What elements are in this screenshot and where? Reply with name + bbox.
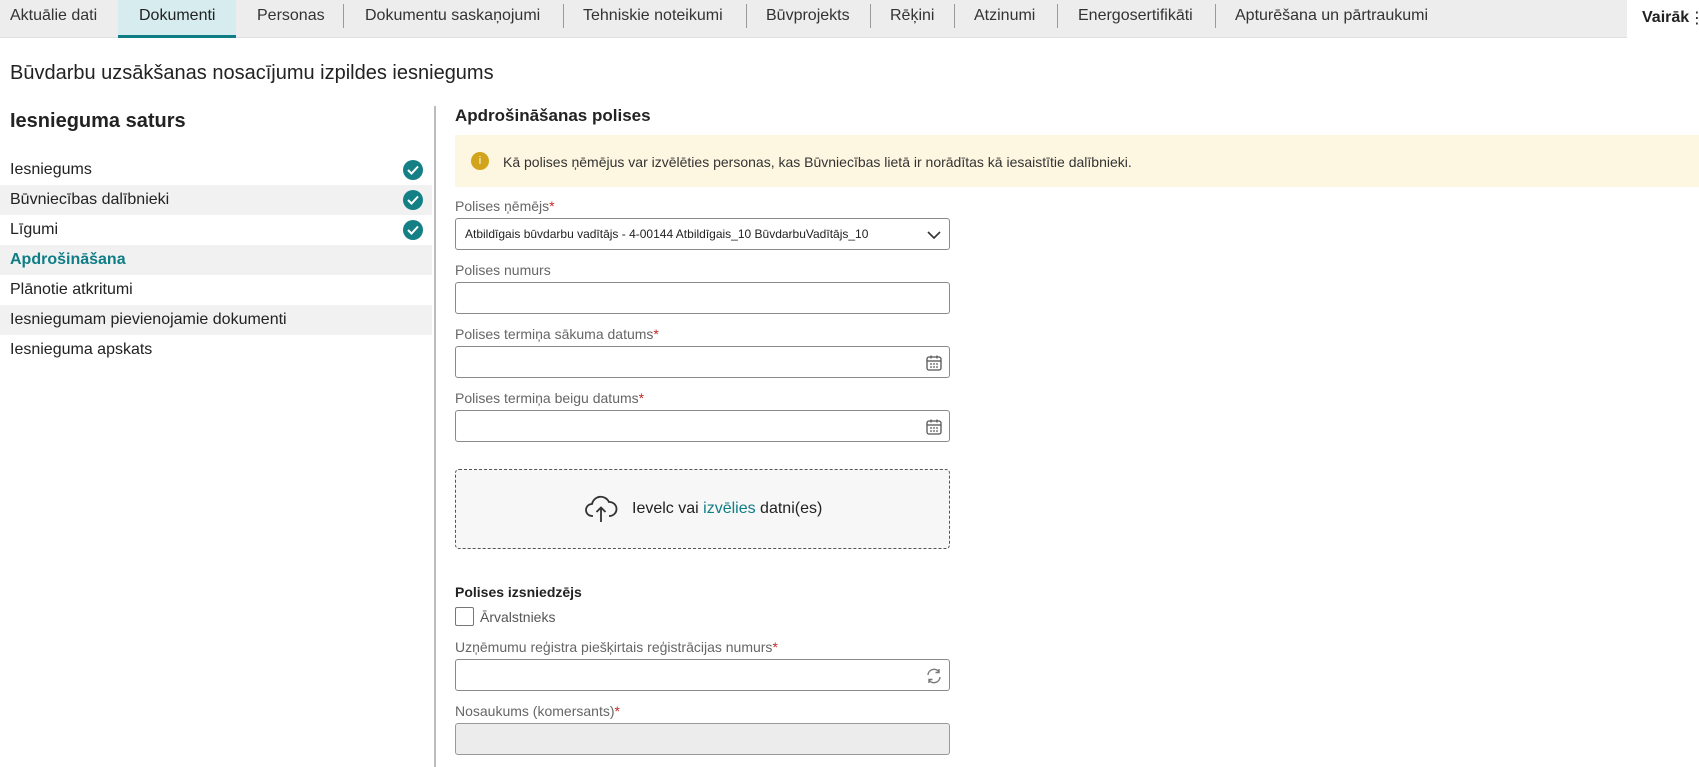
label-text: Polises ņēmējs [455, 198, 550, 214]
check-icon [403, 160, 423, 180]
required-mark: * [549, 198, 555, 214]
tab-separator [870, 4, 871, 28]
sidebar-item-iesniegums[interactable]: Iesniegums [0, 155, 432, 185]
upload-prefix: Ievelc vai [632, 500, 704, 517]
tab-dokumentu-saskanojumi[interactable]: Dokumentu saskaņojumi [365, 0, 540, 38]
sidebar-item-planotie-atkritumi[interactable]: Plānotie atkritumi [0, 275, 432, 305]
cloud-upload-icon [584, 494, 618, 529]
sidebar-item-label: Līgumi [10, 221, 59, 238]
sidebar-item-label: Iesniegumam pievienojamie dokumenti [10, 311, 287, 328]
more-dots-icon: ⋮ [1689, 10, 1699, 27]
tab-label: Energosertifikāti [1078, 7, 1193, 24]
sidebar-item-label: Apdrošināšana [10, 251, 126, 268]
tab-buvprojekts[interactable]: Būvprojekts [766, 0, 850, 38]
reg-number-input[interactable] [455, 659, 950, 691]
required-mark: * [614, 703, 620, 719]
tab-separator [563, 4, 564, 28]
label-text: Polises termiņa beigu datums [455, 390, 639, 406]
more-label: Vairāk [1642, 9, 1690, 26]
tab-dokumenti[interactable]: Dokumenti [118, 0, 236, 38]
check-icon [403, 190, 423, 210]
end-date-input[interactable] [455, 410, 950, 442]
reg-number-label: Uzņēmumu reģistra piešķirtais reģistrāci… [455, 639, 778, 655]
policy-number-input[interactable] [455, 282, 950, 314]
sidebar-item-ligumi[interactable]: Līgumi [0, 215, 432, 245]
issuer-heading: Polises izsniedzējs [455, 584, 582, 600]
tab-tehniskie-noteikumi[interactable]: Tehniskie noteikumi [583, 0, 723, 38]
more-button[interactable]: Vairāk ⋮ [1627, 0, 1699, 38]
sidebar-item-label: Iesnieguma apskats [10, 341, 153, 358]
foreigner-label: Ārvalstnieks [480, 609, 556, 625]
info-text: Kā polises ņēmējus var izvēlēties person… [503, 154, 1132, 170]
file-upload-dropzone[interactable]: Ievelc vai izvēlies datni(es) [455, 469, 950, 549]
sidebar-item-apdrosinasana[interactable]: Apdrošināšana [0, 245, 432, 275]
sidebar-title: Iesnieguma saturs [10, 110, 186, 132]
tab-personas[interactable]: Personas [257, 0, 325, 38]
check-icon [403, 220, 423, 240]
tab-label: Būvprojekts [766, 7, 850, 24]
tab-separator [1215, 4, 1216, 28]
tab-energosertifikati[interactable]: Energosertifikāti [1078, 0, 1193, 38]
label-text: Nosaukums (komersants) [455, 703, 615, 719]
sidebar-item-iesnieguma-apskats[interactable]: Iesnieguma apskats [0, 335, 432, 365]
section-title: Apdrošināšanas polises [455, 106, 651, 125]
company-name-input [455, 723, 950, 755]
calendar-icon[interactable] [925, 418, 943, 436]
top-tab-bar: Aktuālie dati Dokumenti Personas Dokumen… [0, 0, 1699, 38]
tab-label: Dokumentu saskaņojumi [365, 7, 541, 24]
tab-label: Rēķini [890, 7, 935, 24]
required-mark: * [653, 326, 659, 342]
sidebar-item-label: Būvniecības dalībnieki [10, 191, 170, 208]
sidebar-item-buvniecibas-dalibnieki[interactable]: Būvniecības dalībnieki [0, 185, 432, 215]
tab-label: Atzinumi [974, 7, 1036, 24]
tab-label: Dokumenti [139, 7, 216, 24]
calendar-icon[interactable] [925, 354, 943, 372]
tab-label: Tehniskie noteikumi [583, 7, 723, 24]
chevron-down-icon [925, 226, 943, 244]
policy-holder-label: Polises ņēmējs* [455, 198, 555, 214]
upload-text: Ievelc vai izvēlies datni(es) [632, 500, 822, 518]
tab-separator [1057, 4, 1058, 28]
tab-aktualie-dati[interactable]: Aktuālie dati [0, 0, 118, 38]
foreigner-checkbox[interactable] [455, 607, 474, 626]
tab-separator [954, 4, 955, 28]
required-mark: * [638, 390, 645, 406]
label-text: Polises termiņa sākuma datums [455, 326, 654, 342]
tab-atzinumi[interactable]: Atzinumi [974, 0, 1035, 38]
info-banner: i Kā polises ņēmējus var izvēlēties pers… [455, 135, 1699, 187]
refresh-icon[interactable] [925, 667, 943, 685]
upload-suffix: datni(es) [755, 500, 823, 517]
sidebar-item-pievienojamie-dokumenti[interactable]: Iesniegumam pievienojamie dokumenti [0, 305, 432, 335]
policy-holder-value: Atbildīgais būvdarbu vadītājs - 4-00144 … [465, 227, 869, 241]
tab-rekini[interactable]: Rēķini [890, 0, 934, 38]
panel-divider [434, 106, 436, 767]
policy-number-label: Polises numurs [455, 262, 551, 278]
tab-label: Personas [257, 7, 325, 24]
label-text: Uzņēmumu reģistra piešķirtais reģistrāci… [455, 639, 773, 655]
start-date-input[interactable] [455, 346, 950, 378]
tab-label: Apturēšana un pārtraukumi [1235, 7, 1428, 24]
tab-label: Aktuālie dati [10, 7, 98, 24]
sidebar-item-label: Iesniegums [10, 161, 92, 178]
tab-separator [746, 4, 747, 28]
policy-holder-select[interactable]: Atbildīgais būvdarbu vadītājs - 4-00144 … [455, 218, 950, 250]
end-date-label: Polises termiņa beigu datums* [455, 390, 644, 406]
tab-aptureshana[interactable]: Apturēšana un pārtraukumi [1235, 0, 1428, 38]
label-text: Polises numurs [455, 262, 551, 278]
choose-file-link[interactable]: izvēlies [703, 500, 755, 517]
tab-separator [343, 4, 344, 28]
page-title: Būvdarbu uzsākšanas nosacījumu izpildes … [10, 62, 494, 84]
required-mark: * [772, 639, 778, 655]
company-name-label: Nosaukums (komersants)* [455, 703, 620, 719]
start-date-label: Polises termiņa sākuma datums* [455, 326, 659, 342]
sidebar-item-label: Plānotie atkritumi [10, 281, 133, 298]
info-icon: i [471, 152, 489, 170]
